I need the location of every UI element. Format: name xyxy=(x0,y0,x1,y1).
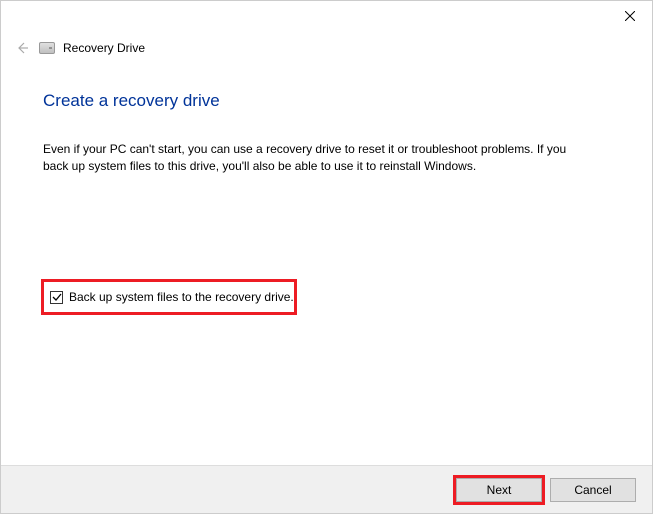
backup-checkbox[interactable] xyxy=(50,291,63,304)
cancel-button[interactable]: Cancel xyxy=(550,478,636,502)
page-description: Even if your PC can't start, you can use… xyxy=(43,141,573,175)
header-row: Recovery Drive xyxy=(1,31,652,67)
close-button[interactable] xyxy=(607,1,652,31)
content-area: Create a recovery drive Even if your PC … xyxy=(1,67,652,175)
page-heading: Create a recovery drive xyxy=(43,91,610,111)
checkmark-icon xyxy=(52,292,62,302)
next-button[interactable]: Next xyxy=(456,478,542,502)
drive-icon xyxy=(39,42,55,54)
close-icon xyxy=(625,11,635,21)
back-button[interactable] xyxy=(13,39,31,57)
window-title: Recovery Drive xyxy=(63,41,145,55)
backup-checkbox-label: Back up system files to the recovery dri… xyxy=(69,290,294,304)
back-arrow-icon xyxy=(14,40,30,56)
titlebar xyxy=(1,1,652,31)
backup-checkbox-row[interactable]: Back up system files to the recovery dri… xyxy=(41,279,297,315)
footer: Next Cancel xyxy=(1,465,652,513)
